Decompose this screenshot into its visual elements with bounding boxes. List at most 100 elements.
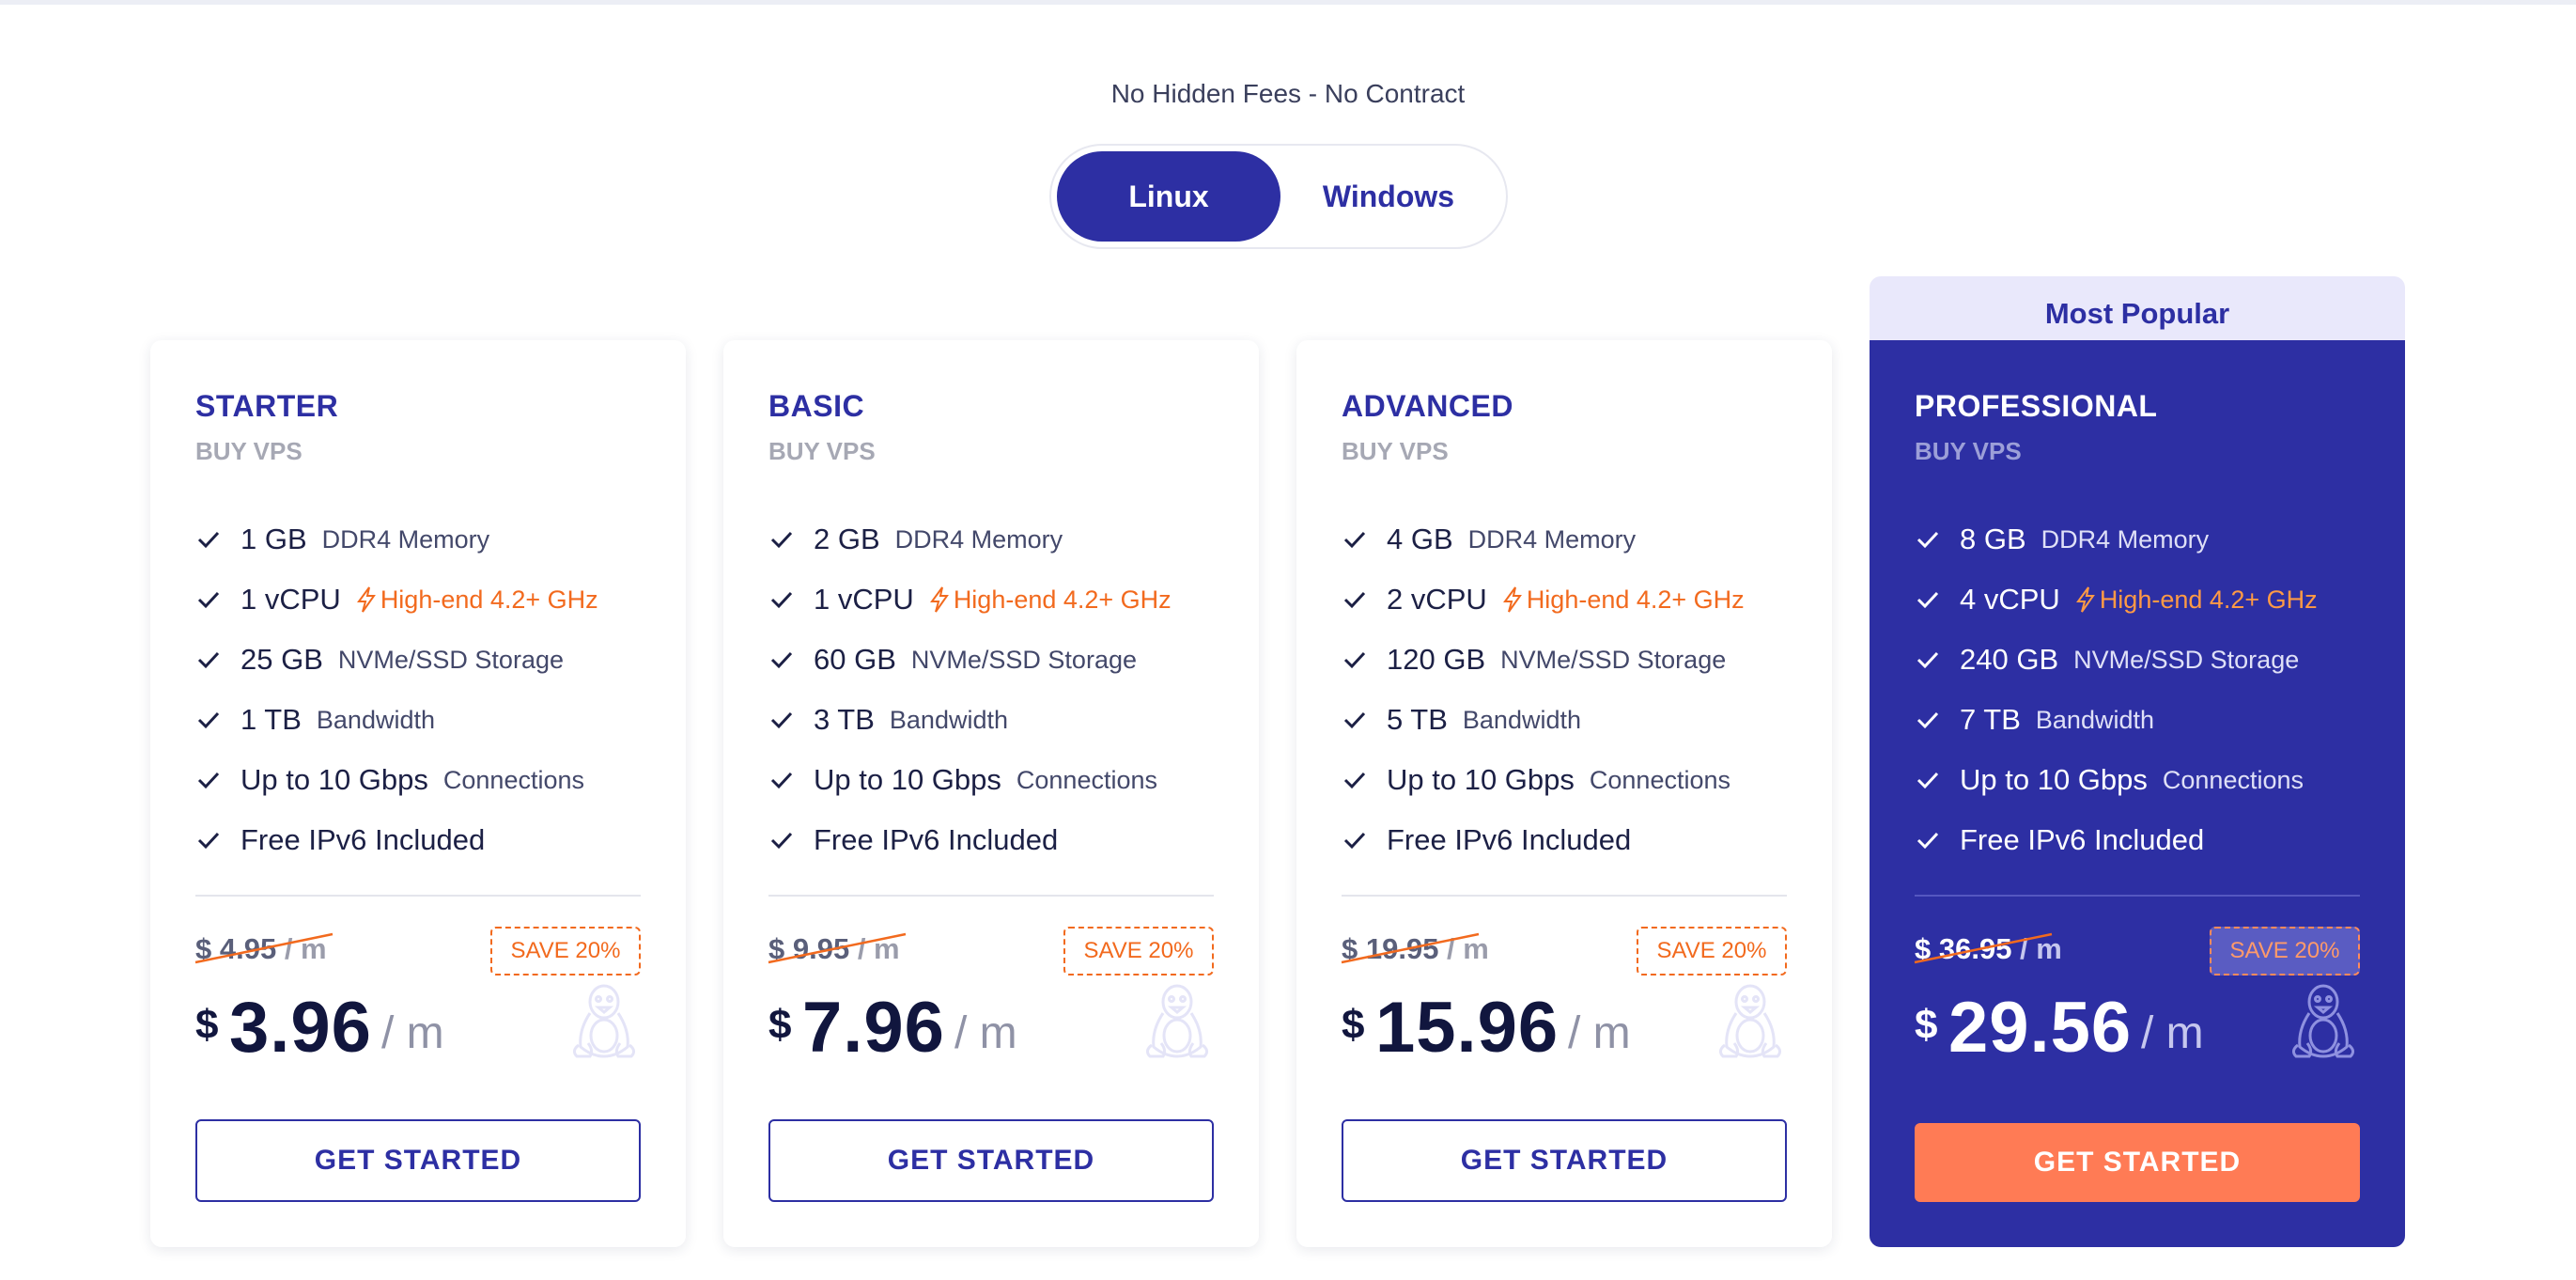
feature-value: 2 GB <box>814 523 880 555</box>
feature-item: 4 GB DDR4 Memory <box>1342 509 1787 570</box>
check-icon <box>197 711 220 729</box>
feature-item: 7 TB Bandwidth <box>1915 690 2360 750</box>
feature-value: 240 GB <box>1960 643 2059 676</box>
feature-value: 3 TB <box>814 703 875 736</box>
feature-list: 2 GB DDR4 Memory 1 vCPU High-end 4.2+ GHz … <box>768 509 1214 870</box>
strikethrough-line <box>1341 932 1480 964</box>
price-period: / m <box>2141 1008 2204 1058</box>
old-price-row: $ 9.95 / m SAVE 20% <box>768 927 1214 976</box>
check-icon <box>1916 711 1939 729</box>
check-icon <box>197 651 220 669</box>
get-started-button[interactable]: GET STARTED <box>1915 1123 2360 1202</box>
feature-label: High-end 4.2+ GHz <box>953 585 1172 614</box>
feature-value: 60 GB <box>814 643 896 676</box>
feature-item: 240 GB NVMe/SSD Storage <box>1915 630 2360 690</box>
save-badge: SAVE 20% <box>1063 927 1214 976</box>
feature-value: Up to 10 Gbps <box>1387 763 1575 796</box>
price-period: / m <box>954 1008 1017 1058</box>
feature-item: Free IPv6 Included <box>768 810 1214 870</box>
check-icon <box>1343 591 1366 609</box>
save-badge: SAVE 20% <box>1637 927 1787 976</box>
price-row: $ 7.96 / m <box>768 984 1214 1073</box>
strikethrough-line <box>194 932 334 964</box>
check-icon <box>1916 651 1939 669</box>
linux-toggle-button[interactable]: Linux <box>1057 151 1280 242</box>
check-icon <box>1343 711 1366 729</box>
price-amount: 7.96 <box>802 988 945 1068</box>
check-icon <box>197 832 220 850</box>
feature-list: 4 GB DDR4 Memory 2 vCPU High-end 4.2+ GHz … <box>1342 509 1787 870</box>
check-icon <box>770 832 793 850</box>
get-started-button[interactable]: GET STARTED <box>195 1119 641 1202</box>
price-divider <box>195 895 641 897</box>
feature-label: High-end 4.2+ GHz <box>380 585 598 614</box>
price-period: / m <box>381 1008 444 1058</box>
check-icon <box>770 531 793 549</box>
plan-name: BASIC <box>768 389 865 423</box>
feature-value: Free IPv6 Included <box>1960 823 2205 856</box>
check-icon <box>1916 531 1939 549</box>
feature-value: 1 vCPU <box>241 583 341 616</box>
feature-item: 60 GB NVMe/SSD Storage <box>768 630 1214 690</box>
check-icon <box>1343 531 1366 549</box>
linux-tux-icon <box>2291 984 2355 1058</box>
old-price-row: $ 36.95 / m SAVE 20% <box>1914 927 2360 976</box>
plan-card-advanced: ADVANCED BUY VPS 4 GB DDR4 Memory 2 vCPU H… <box>1296 340 1832 1247</box>
check-icon <box>1916 832 1939 850</box>
save-badge: SAVE 20% <box>2210 927 2360 976</box>
feature-value: Up to 10 Gbps <box>814 763 1001 796</box>
strikethrough-line <box>1914 932 2053 964</box>
feature-item: Up to 10 Gbps Connections <box>768 750 1214 810</box>
feature-label: Connections <box>1589 765 1731 794</box>
lightning-icon <box>1502 586 1522 613</box>
check-icon <box>197 591 220 609</box>
check-icon <box>1916 772 1939 789</box>
feature-item: Up to 10 Gbps Connections <box>1915 750 2360 810</box>
feature-label: DDR4 Memory <box>321 524 490 554</box>
feature-item: 120 GB NVMe/SSD Storage <box>1342 630 1787 690</box>
feature-label: DDR4 Memory <box>894 524 1063 554</box>
feature-item: Up to 10 Gbps Connections <box>1342 750 1787 810</box>
feature-value: Free IPv6 Included <box>241 823 486 856</box>
plan-subtitle: BUY VPS <box>1342 437 1449 465</box>
save-badge: SAVE 20% <box>490 927 641 976</box>
feature-label: DDR4 Memory <box>1467 524 1637 554</box>
price-amount: 3.96 <box>229 988 372 1068</box>
old-price-row: $ 19.95 / m SAVE 20% <box>1341 927 1787 976</box>
old-price-row: $ 4.95 / m SAVE 20% <box>194 927 641 976</box>
price-currency: $ <box>1342 1002 1365 1048</box>
feature-item: 1 GB DDR4 Memory <box>195 509 641 570</box>
feature-value: 1 vCPU <box>814 583 914 616</box>
price-currency: $ <box>1915 1002 1938 1048</box>
feature-item: 8 GB DDR4 Memory <box>1915 509 2360 570</box>
feature-label: Connections <box>442 765 585 794</box>
price-divider <box>1342 895 1787 897</box>
feature-item: Free IPv6 Included <box>195 810 641 870</box>
feature-value: 4 GB <box>1387 523 1453 555</box>
lightning-icon <box>2075 586 2095 613</box>
feature-value: Up to 10 Gbps <box>1960 763 2148 796</box>
feature-item: 1 vCPU High-end 4.2+ GHz <box>195 570 641 630</box>
feature-item: Free IPv6 Included <box>1342 810 1787 870</box>
plan-name: PROFESSIONAL <box>1915 389 2158 423</box>
feature-list: 1 GB DDR4 Memory 1 vCPU High-end 4.2+ GHz … <box>195 509 641 870</box>
feature-item: 4 vCPU High-end 4.2+ GHz <box>1915 570 2360 630</box>
feature-item: 2 GB DDR4 Memory <box>768 509 1214 570</box>
lightning-icon <box>929 586 949 613</box>
feature-item: 1 vCPU High-end 4.2+ GHz <box>768 570 1214 630</box>
windows-toggle-button[interactable]: Windows <box>1277 151 1500 242</box>
feature-value: 120 GB <box>1387 643 1486 676</box>
plan-subtitle: BUY VPS <box>1915 437 2022 465</box>
feature-value: Free IPv6 Included <box>814 823 1059 856</box>
feature-item: 2 vCPU High-end 4.2+ GHz <box>1342 570 1787 630</box>
check-icon <box>770 651 793 669</box>
get-started-button[interactable]: GET STARTED <box>768 1119 1214 1202</box>
price-currency: $ <box>768 1002 792 1048</box>
feature-label: Bandwidth <box>1462 705 1581 734</box>
strikethrough-line <box>768 932 907 964</box>
feature-label: High-end 4.2+ GHz <box>2099 585 2318 614</box>
get-started-button[interactable]: GET STARTED <box>1342 1119 1787 1202</box>
price-currency: $ <box>195 1002 219 1048</box>
price-period: / m <box>1568 1008 1631 1058</box>
feature-value: Free IPv6 Included <box>1387 823 1632 856</box>
